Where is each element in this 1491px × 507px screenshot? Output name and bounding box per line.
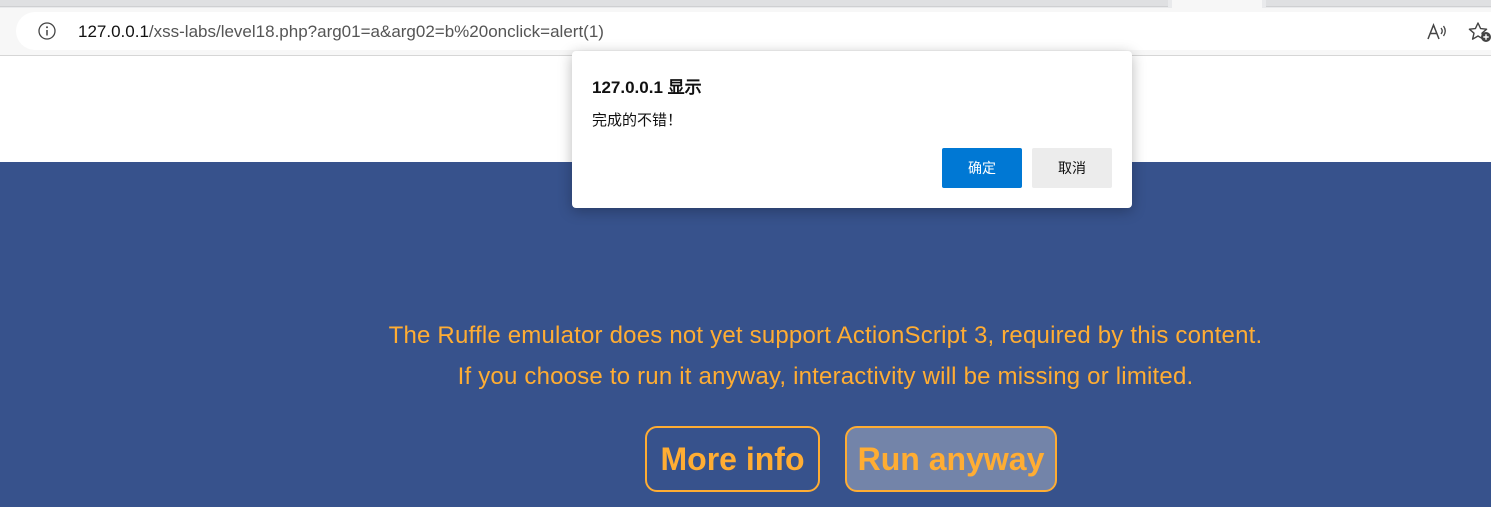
more-info-button[interactable]: More info [645, 426, 820, 492]
url-path: /xss-labs/level18.php?arg01=a&arg02=b%20… [148, 22, 604, 41]
ruffle-player: The Ruffle emulator does not yet support… [0, 162, 1491, 507]
dialog-title: 127.0.0.1 显示 [592, 78, 702, 97]
tab-strip [0, 0, 1491, 8]
tab-inactive[interactable] [1266, 0, 1491, 7]
dialog-message: 完成的不错！ [592, 112, 683, 129]
cancel-button[interactable]: 取消 [1032, 148, 1112, 188]
browser-toolbar: 127.0.0.1/xss-labs/level18.php?arg01=a&a… [0, 8, 1491, 56]
ok-button[interactable]: 确定 [942, 148, 1022, 188]
address-bar[interactable]: 127.0.0.1/xss-labs/level18.php?arg01=a&a… [16, 12, 1491, 50]
url-text[interactable]: 127.0.0.1/xss-labs/level18.php?arg01=a&a… [78, 22, 604, 42]
alert-dialog: 127.0.0.1 显示 完成的不错！ 确定 取消 [572, 51, 1132, 208]
url-host: 127.0.0.1 [78, 22, 149, 41]
tab-active[interactable] [1172, 0, 1262, 8]
tab-inactive[interactable] [0, 0, 1168, 7]
ruffle-message-line1: The Ruffle emulator does not yet support… [388, 322, 1263, 349]
read-aloud-icon[interactable] [1426, 22, 1448, 42]
ruffle-message-line2: If you choose to run it anyway, interact… [457, 363, 1194, 390]
info-icon[interactable] [38, 22, 56, 40]
run-anyway-button[interactable]: Run anyway [845, 426, 1057, 492]
add-favorite-icon[interactable] [1468, 21, 1491, 43]
